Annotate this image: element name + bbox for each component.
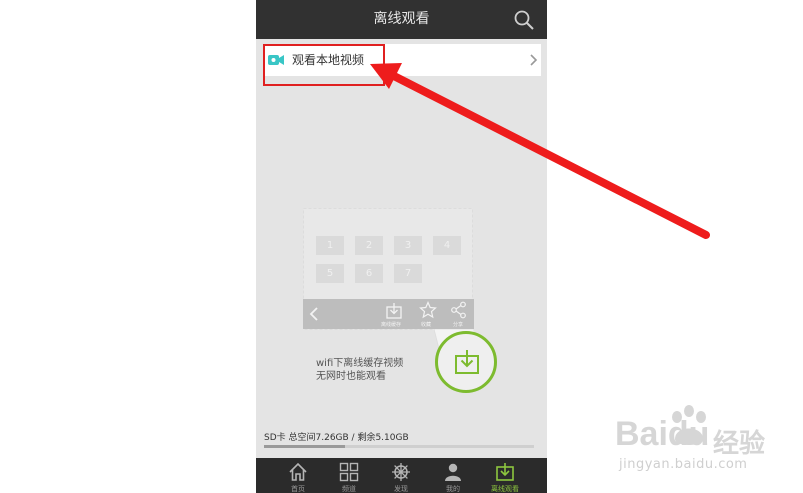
watermark-brand-cn: 经验 — [713, 429, 766, 459]
watermark-brand: Baidu — [615, 415, 710, 453]
baidu-jingyan-watermark: Baidu 经验 jingyan.baidu.com — [615, 405, 800, 493]
watermark-url: jingyan.baidu.com — [619, 457, 748, 472]
